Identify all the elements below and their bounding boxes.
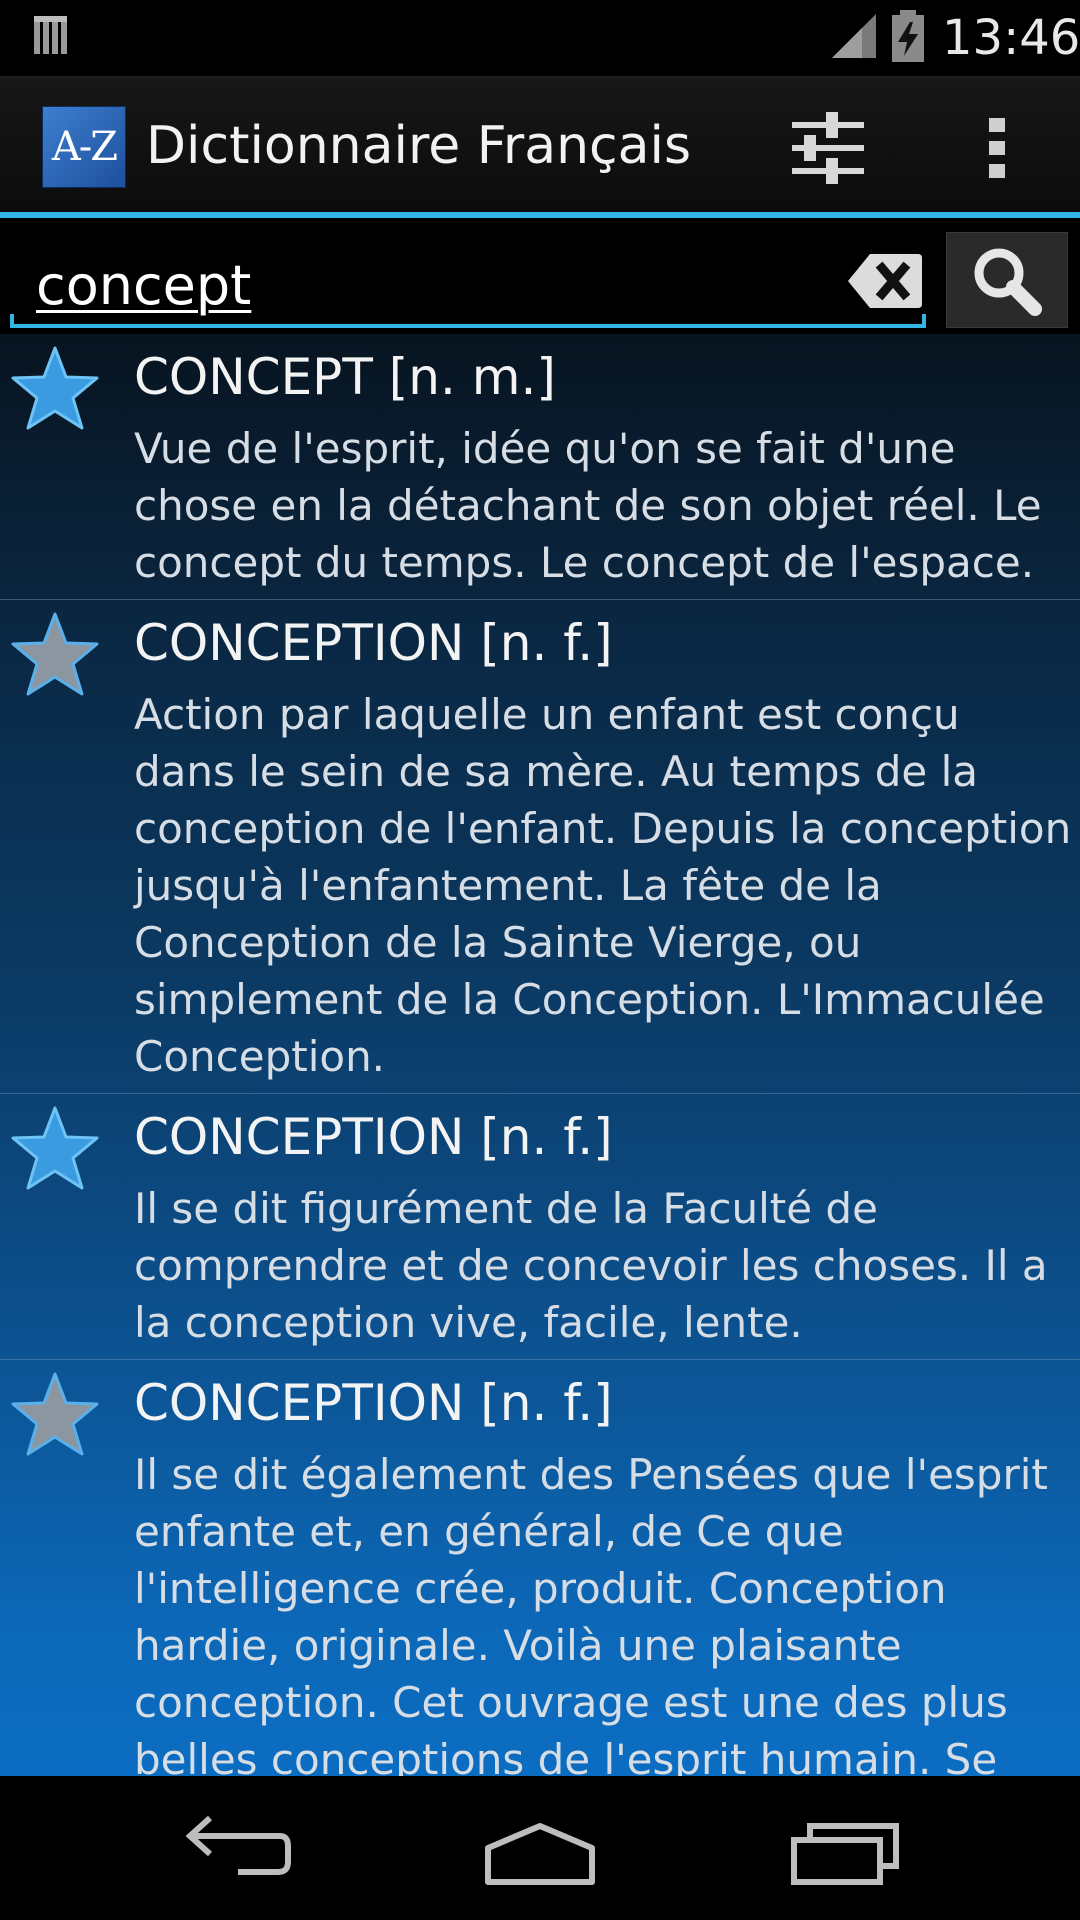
back-icon [185, 1815, 291, 1875]
favorite-star-icon[interactable] [10, 344, 100, 432]
settings-button[interactable] [780, 100, 876, 196]
result-entry[interactable]: CONCEPTION [n. f.] Il se dit figurément … [0, 1094, 1080, 1360]
entry-title: CONCEPTION [n. f.] [134, 614, 613, 672]
star-icon[interactable] [10, 610, 100, 698]
result-entry[interactable]: CONCEPTION [n. f.] Action par laquelle u… [0, 600, 1080, 1094]
entry-title: CONCEPT [n. m.] [134, 348, 556, 406]
search-input[interactable]: concept [10, 238, 926, 328]
recents-icon [791, 1823, 899, 1885]
app-logo: A-Z [42, 106, 126, 188]
battery-charging-icon [890, 10, 926, 68]
backspace-clear-icon [848, 254, 922, 308]
clear-search-button[interactable] [846, 248, 924, 314]
back-button[interactable] [184, 1810, 294, 1890]
entry-definition: Il se dit figurément de la Faculté de co… [134, 1184, 1048, 1347]
entry-definition: Il se dit également des Pensées que l'es… [134, 1450, 1048, 1776]
home-button[interactable] [480, 1810, 600, 1890]
overflow-menu-icon [989, 118, 1005, 178]
search-bar: concept [0, 218, 1080, 334]
settings-sliders-icon [792, 112, 864, 184]
favorite-star-icon[interactable] [10, 1104, 100, 1192]
result-entry[interactable]: CONCEPT [n. m.] Vue de l'esprit, idée qu… [0, 334, 1080, 600]
search-query-text: concept [36, 254, 252, 317]
screen: 13:46 A-Z Dictionnaire Français concept … [0, 0, 1080, 1920]
search-button[interactable] [946, 232, 1068, 328]
magnifier-icon [974, 248, 1042, 316]
action-bar: A-Z Dictionnaire Français [0, 76, 1080, 218]
navigation-bar [0, 1776, 1080, 1920]
status-clock: 13:46 [942, 10, 1080, 66]
recents-button[interactable] [786, 1810, 906, 1890]
results-list[interactable]: CONCEPT [n. m.] Vue de l'esprit, idée qu… [0, 334, 1080, 1776]
notification-icon [34, 14, 72, 64]
entry-definition: Vue de l'esprit, idée qu'on se fait d'un… [134, 424, 1042, 587]
app-title: Dictionnaire Français [146, 116, 692, 176]
home-icon [485, 1823, 595, 1885]
signal-icon [832, 14, 876, 64]
result-entry[interactable]: CONCEPTION [n. f.] Il se dit également d… [0, 1360, 1080, 1776]
entry-definition: Action par laquelle un enfant est conçu … [134, 690, 1072, 1081]
entry-title: CONCEPTION [n. f.] [134, 1374, 613, 1432]
status-bar: 13:46 [0, 0, 1080, 76]
overflow-menu-button[interactable] [962, 100, 1032, 196]
entry-title: CONCEPTION [n. f.] [134, 1108, 613, 1166]
star-icon[interactable] [10, 1370, 100, 1458]
